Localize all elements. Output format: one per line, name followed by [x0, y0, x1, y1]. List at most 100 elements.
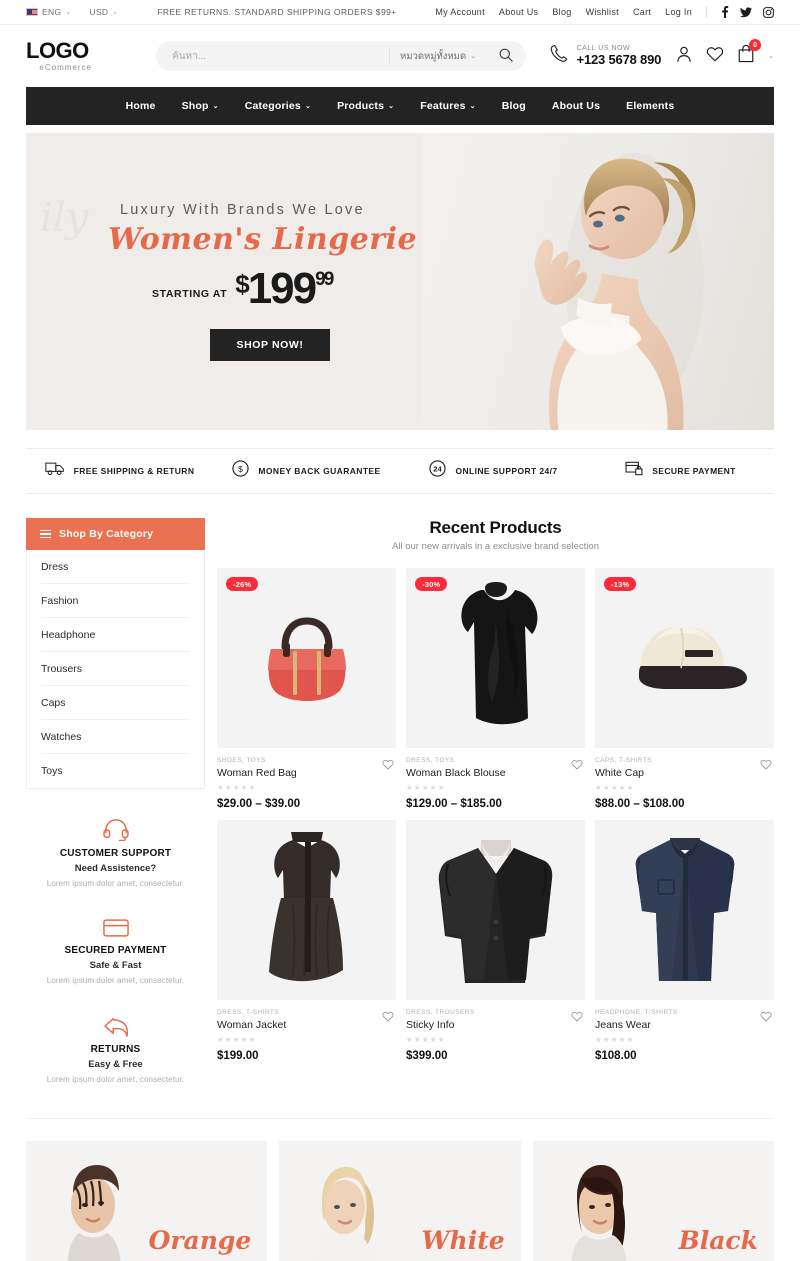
call-us-block[interactable]: CALL US NOW +123 5678 890: [549, 44, 661, 69]
nav-item-elements[interactable]: Elements: [626, 100, 674, 112]
top-link-wishlist[interactable]: Wishlist: [586, 7, 619, 17]
chevron-down-icon: ⌄: [65, 8, 72, 16]
product-categories: SHOES, TOYS: [217, 757, 266, 764]
hero-copy: Luxury With Brands We Love Women's Linge…: [26, 133, 422, 430]
language-selector[interactable]: ENG ⌄: [26, 7, 72, 17]
nav-item-home[interactable]: Home: [126, 100, 156, 112]
shop-now-button[interactable]: SHOP NOW!: [210, 328, 330, 361]
product-card: -30% DRESS, TOYS Woman Black Blouse ★★★★…: [406, 568, 585, 810]
product-name[interactable]: Jeans Wear: [595, 1019, 774, 1031]
product-categories: DRESS, T-SHIRTS: [217, 1009, 280, 1016]
sidebar-item-caps[interactable]: Caps: [41, 686, 190, 720]
svg-text:24: 24: [434, 465, 443, 474]
wishlist-icon[interactable]: [382, 757, 394, 775]
search-icon: [499, 48, 513, 65]
wishlist-icon[interactable]: [760, 757, 772, 775]
price-amount: 199: [247, 264, 317, 314]
twitter-icon[interactable]: [740, 6, 752, 18]
secure-card-icon: [625, 461, 643, 481]
nav-item-about-us[interactable]: About Us: [552, 100, 600, 112]
sidebar-item-watches[interactable]: Watches: [41, 720, 190, 754]
service-description: Lorem ipsum dolor amet, consectetur.: [46, 879, 185, 888]
product-thumbnail[interactable]: [595, 820, 774, 1000]
sidebar-item-toys[interactable]: Toys: [41, 754, 190, 788]
user-icon[interactable]: [675, 45, 693, 68]
top-link-blog[interactable]: Blog: [552, 7, 571, 17]
search-input[interactable]: [156, 50, 389, 62]
promo-banners: Orange White Black: [0, 1119, 800, 1261]
sidebar-item-trousers[interactable]: Trousers: [41, 652, 190, 686]
nav-item-shop[interactable]: Shop ⌄: [182, 100, 219, 112]
logo-subtext: eCommerce: [39, 63, 92, 72]
sidebar: Shop By Category Dress Fashion Headphone…: [26, 518, 205, 1084]
product-price: $399.00: [406, 1050, 448, 1062]
product-price: $199.00: [217, 1050, 259, 1062]
shop-by-category-header[interactable]: Shop By Category: [26, 518, 205, 550]
product-price: $108.00: [595, 1050, 637, 1062]
currency-selector[interactable]: USD ⌄: [90, 7, 119, 17]
top-bar-left: ENG ⌄ USD ⌄: [26, 7, 119, 17]
sidebar-item-headphone[interactable]: Headphone: [41, 618, 190, 652]
woman-braids-image: [67, 1165, 121, 1261]
search-button[interactable]: [486, 48, 526, 65]
heart-icon[interactable]: [706, 45, 724, 68]
feature-label: MONEY BACK GUARANTEE: [258, 466, 381, 476]
top-link-cart[interactable]: Cart: [633, 7, 651, 17]
nav-item-blog[interactable]: Blog: [502, 100, 526, 112]
product-thumbnail[interactable]: -13%: [595, 568, 774, 748]
nav-item-features[interactable]: Features ⌄: [420, 100, 475, 112]
product-name[interactable]: Woman Jacket: [217, 1019, 396, 1031]
logo[interactable]: LOGO eCommerce: [26, 40, 146, 73]
promo-card-black[interactable]: Black: [532, 1141, 774, 1261]
sidebar-item-dress[interactable]: Dress: [41, 550, 190, 584]
black-dress-image: [268, 832, 343, 982]
svg-text:$: $: [239, 464, 244, 474]
social-links: [721, 6, 774, 18]
hero-wrapper: ily Luxury With Brands We Love Women's L…: [0, 125, 800, 430]
product-info: DRESS, TROUSERS Sticky Info ★★★★★ $399.0…: [406, 1000, 585, 1062]
feature-online-support: 24 ONLINE SUPPORT 24/7: [400, 460, 587, 482]
nav-label: Products: [337, 100, 385, 112]
feature-free-shipping: FREE SHIPPING & RETURN: [26, 461, 213, 481]
product-name[interactable]: Woman Red Bag: [217, 767, 396, 779]
top-link-my-account[interactable]: My Account: [435, 7, 485, 17]
instagram-icon[interactable]: [763, 6, 774, 18]
promo-card-white[interactable]: White: [279, 1141, 521, 1261]
section-title: Recent Products: [429, 518, 562, 537]
cart-icon[interactable]: 0: [737, 39, 762, 68]
promo-card-orange[interactable]: Orange: [26, 1141, 268, 1261]
wishlist-icon[interactable]: [760, 1009, 772, 1027]
product-name[interactable]: White Cap: [595, 767, 774, 779]
product-thumbnail[interactable]: -26%: [217, 568, 396, 748]
top-link-about-us[interactable]: About Us: [499, 7, 538, 17]
service-title: SECURED PAYMENT: [64, 945, 167, 956]
hero-subtitle: Luxury With Brands We Love: [120, 202, 365, 219]
model-photo: [535, 152, 705, 430]
facebook-icon[interactable]: [721, 6, 729, 18]
service-title: RETURNS: [90, 1044, 141, 1055]
chevron-down-icon: ⌄: [212, 102, 219, 110]
product-name[interactable]: Sticky Info: [406, 1019, 585, 1031]
us-flag-icon: [26, 8, 38, 16]
product-thumbnail[interactable]: [406, 820, 585, 1000]
top-link-log-in[interactable]: Log In: [665, 7, 692, 17]
wishlist-icon[interactable]: [571, 757, 583, 775]
nav-label: Home: [125, 100, 156, 112]
product-thumbnail[interactable]: [217, 820, 396, 1000]
product-info: CAPS, T-SHIRTS White Cap ★★★★★ $88.00 – …: [595, 748, 774, 810]
nav-item-products[interactable]: Products ⌄: [337, 100, 394, 112]
wishlist-icon[interactable]: [382, 1009, 394, 1027]
chevron-down-icon[interactable]: ⌄: [768, 53, 774, 60]
product-info: SHOES, TOYS Woman Red Bag ★★★★★ $29.00 –…: [217, 748, 396, 810]
service-subtitle: Safe & Fast: [89, 960, 142, 971]
sidebar-item-fashion[interactable]: Fashion: [41, 584, 190, 618]
wishlist-icon[interactable]: [571, 1009, 583, 1027]
promo-label: Orange: [148, 1226, 252, 1255]
red-handbag-image: [267, 617, 346, 701]
product-name[interactable]: Woman Black Blouse: [406, 767, 585, 779]
search-category-dropdown[interactable]: หมวดหมู่ทั้งหมด ⌄: [388, 48, 486, 64]
product-rating: ★★★★★: [406, 783, 446, 792]
product-thumbnail[interactable]: -30%: [406, 568, 585, 748]
hero-banner: ily Luxury With Brands We Love Women's L…: [26, 133, 774, 430]
nav-item-categories[interactable]: Categories ⌄: [245, 100, 311, 112]
